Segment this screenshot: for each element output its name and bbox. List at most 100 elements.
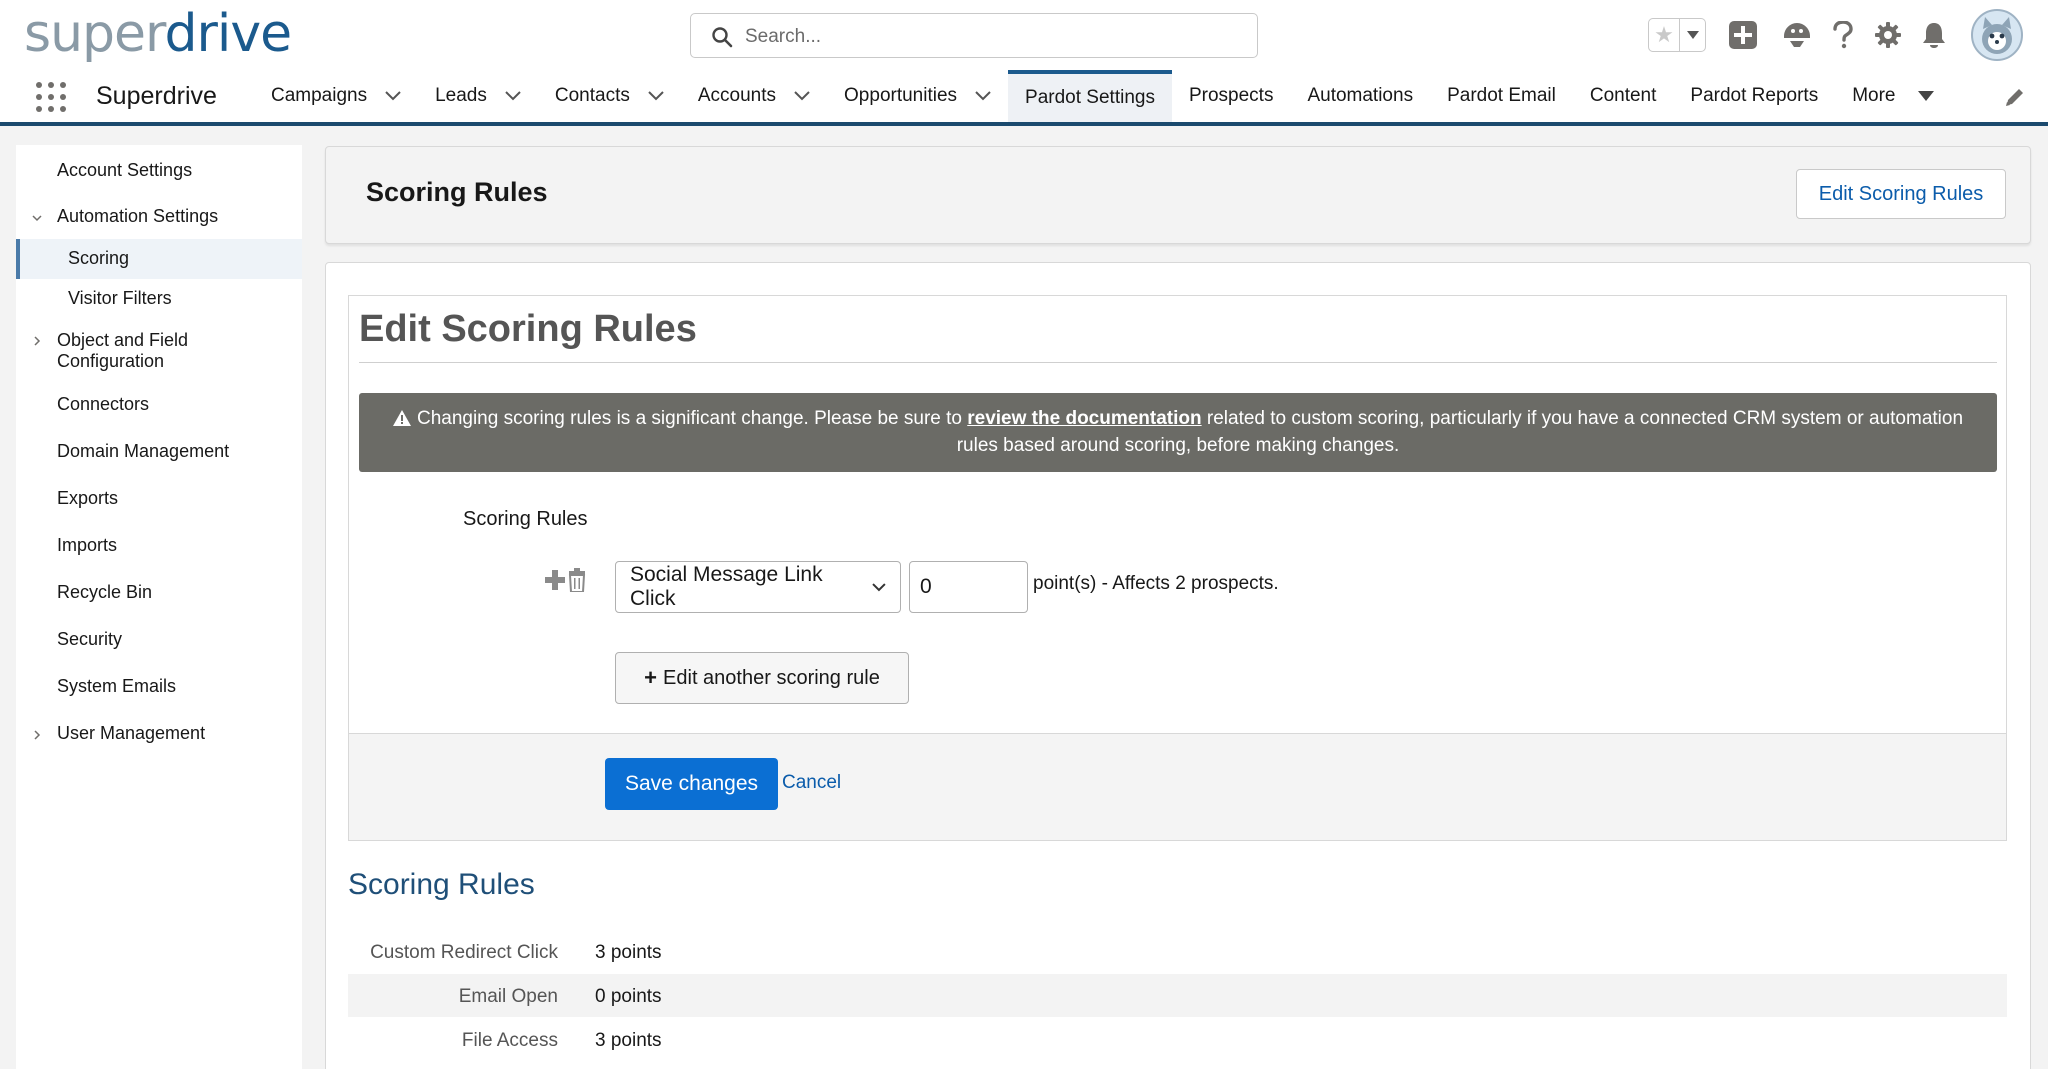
nav-tab-label: Accounts	[697, 85, 777, 106]
chevron-down-icon[interactable]	[794, 91, 810, 101]
edit-another-scoring-rule-button[interactable]: + Edit another scoring rule	[615, 652, 909, 704]
sidebar-item-account-settings[interactable]: Account Settings	[16, 157, 302, 187]
star-icon[interactable]: ★	[1649, 19, 1679, 51]
nav-tab-more[interactable]: More	[1835, 70, 1950, 122]
edit-panel-title: Edit Scoring Rules	[359, 308, 697, 350]
help-icon	[1833, 21, 1853, 49]
cancel-link[interactable]: Cancel	[782, 772, 841, 794]
trailhead-button[interactable]	[1780, 18, 1814, 52]
nav-tab-label: Campaigns	[271, 85, 368, 106]
sidebar-item-label: Imports	[57, 535, 118, 555]
superdrive-logo[interactable]: superdrive	[24, 4, 292, 64]
nav-tab-content[interactable]: Content	[1573, 70, 1674, 122]
global-header: superdrive Search... ★	[0, 0, 2048, 70]
chevron-down-icon[interactable]	[975, 91, 991, 101]
sidebar-item-label-line2: Configuration	[57, 351, 165, 371]
edit-scoring-rules-button[interactable]: Edit Scoring Rules	[1796, 169, 2006, 219]
favorites-dropdown[interactable]	[1679, 19, 1705, 51]
logo-text-1: super	[24, 4, 166, 64]
chevron-down-icon[interactable]	[505, 91, 521, 101]
scoring-rules-list: Custom Redirect Click 3 points Email Ope…	[348, 930, 2007, 1062]
chevron-right-icon[interactable]	[32, 730, 42, 740]
nav-tab-label: Prospects	[1188, 85, 1274, 106]
nav-tab-label: Automations	[1307, 85, 1414, 106]
sidebar-item-label: Scoring	[68, 248, 130, 268]
chevron-down-icon[interactable]	[648, 91, 664, 101]
sidebar-item-visitor-filters[interactable]: Visitor Filters	[16, 285, 302, 315]
form-footer: Save changes Cancel	[349, 733, 2006, 840]
divider	[359, 362, 1997, 363]
nav-tab-leads[interactable]: Leads	[418, 70, 538, 122]
scoring-rule-type-select[interactable]: Social Message Link Click	[615, 561, 901, 613]
nav-tab-pardot-reports[interactable]: Pardot Reports	[1673, 70, 1835, 122]
sidebar-item-scoring[interactable]: Scoring	[16, 239, 302, 279]
sidebar-item-label: Visitor Filters	[68, 288, 172, 308]
chevron-right-icon[interactable]	[32, 336, 42, 346]
chevron-down-icon	[872, 582, 886, 591]
rule-name: Custom Redirect Click	[370, 942, 558, 963]
sidebar-item-system-emails[interactable]: System Emails	[16, 673, 302, 703]
sidebar-item-security[interactable]: Security	[16, 626, 302, 656]
favorites-control[interactable]: ★	[1648, 18, 1706, 52]
rule-value: 3 points	[595, 1030, 662, 1051]
help-button[interactable]	[1826, 18, 1860, 52]
sidebar-item-recycle-bin[interactable]: Recycle Bin	[16, 579, 302, 609]
nav-tab-label: Pardot Settings	[1025, 87, 1155, 108]
button-label: Edit another scoring rule	[663, 666, 880, 689]
settings-sidebar: Account Settings Automation Settings Sco…	[16, 145, 302, 1069]
page-header: Scoring Rules Edit Scoring Rules	[325, 146, 2031, 244]
sidebar-item-connectors[interactable]: Connectors	[16, 391, 302, 421]
nav-tab-campaigns[interactable]: Campaigns	[254, 70, 418, 122]
chevron-down-icon[interactable]	[32, 213, 42, 223]
scoring-rule-row: Custom Redirect Click 3 points	[348, 930, 2007, 974]
sidebar-item-object-field-configuration[interactable]: Object and Field Configuration	[16, 328, 302, 374]
nav-tab-label: Pardot Email	[1447, 85, 1556, 106]
nav-tab-opportunities[interactable]: Opportunities	[827, 70, 1008, 122]
warning-alert: Changing scoring rules is a significant …	[359, 393, 1997, 472]
nav-tab-label: Leads	[435, 85, 487, 106]
sidebar-item-label: Exports	[57, 488, 119, 508]
app-name: Superdrive	[96, 82, 217, 110]
nav-tab-label: Pardot Reports	[1690, 85, 1819, 106]
gear-icon	[1875, 22, 1901, 48]
nav-tab-label: Opportunities	[844, 85, 958, 106]
page-title: Scoring Rules	[366, 177, 548, 207]
nav-tab-prospects[interactable]: Prospects	[1172, 70, 1290, 122]
sidebar-item-imports[interactable]: Imports	[16, 532, 302, 562]
nav-tab-accounts[interactable]: Accounts	[681, 70, 827, 122]
alert-text-before: Changing scoring rules is a significant …	[416, 408, 968, 429]
setup-button[interactable]	[1871, 18, 1905, 52]
add-rule-icon[interactable]	[545, 570, 565, 590]
sidebar-item-label: Object and Field	[57, 330, 189, 350]
scoring-rule-row: Email Open 0 points	[348, 974, 2007, 1018]
review-documentation-link[interactable]: review the documentation	[967, 408, 1201, 429]
rule-value: 0 points	[595, 986, 662, 1007]
nav-tab-automations[interactable]: Automations	[1290, 70, 1430, 122]
nav-tab-pardot-email[interactable]: Pardot Email	[1430, 70, 1573, 122]
scoring-points-input[interactable]: 0	[909, 561, 1028, 613]
search-placeholder: Search...	[745, 26, 822, 47]
notifications-button[interactable]	[1917, 18, 1951, 52]
edit-nav-pencil-icon[interactable]	[2004, 86, 2026, 108]
avatar[interactable]	[1971, 9, 2023, 61]
save-changes-button[interactable]: Save changes	[605, 758, 778, 810]
sidebar-item-user-management[interactable]: User Management	[16, 720, 302, 750]
global-add-button[interactable]	[1726, 18, 1760, 52]
app-launcher-icon[interactable]	[36, 82, 66, 112]
chevron-down-icon	[1686, 31, 1699, 39]
trailhead-icon	[1784, 23, 1810, 47]
chevron-down-icon[interactable]	[385, 91, 401, 101]
rule-row-actions	[545, 568, 589, 594]
sidebar-item-automation-settings[interactable]: Automation Settings	[16, 203, 302, 233]
sidebar-item-domain-management[interactable]: Domain Management	[16, 438, 302, 468]
global-search-input[interactable]: Search...	[690, 13, 1258, 58]
app-navigation-bar: Superdrive Campaigns Leads Contacts Acco…	[0, 70, 2048, 126]
nav-tab-contacts[interactable]: Contacts	[538, 70, 681, 122]
nav-tab-pardot-settings[interactable]: Pardot Settings	[1008, 70, 1172, 122]
trash-icon[interactable]	[567, 568, 587, 592]
caret-down-icon	[1917, 91, 1934, 101]
search-icon	[712, 27, 733, 48]
rule-name: Email Open	[458, 986, 558, 1007]
plus-icon: +	[644, 665, 658, 690]
sidebar-item-exports[interactable]: Exports	[16, 485, 302, 515]
